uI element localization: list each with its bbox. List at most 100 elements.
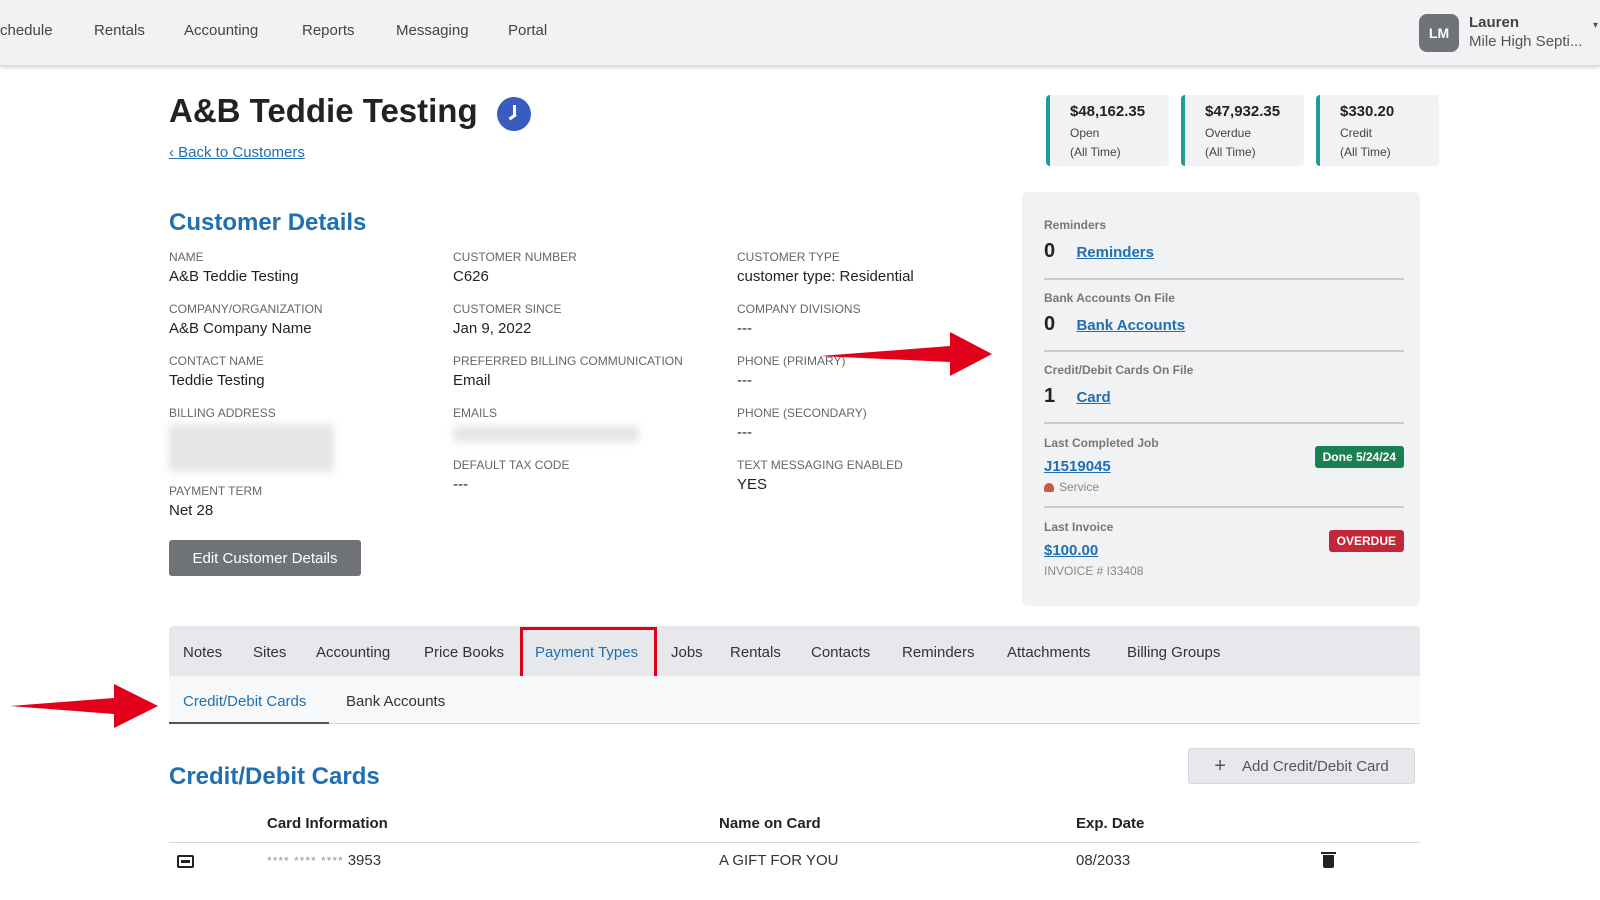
summary-card-open[interactable]: $48,162.35 Open (All Time) — [1046, 95, 1169, 166]
annotation-arrow-icon — [10, 684, 158, 728]
summary-label: Credit — [1340, 126, 1373, 140]
nav-rentals[interactable]: Rentals — [94, 22, 145, 39]
tab-rentals[interactable]: Rentals — [730, 644, 781, 661]
trash-icon[interactable] — [1321, 852, 1336, 868]
field-value: A&B Company Name — [169, 320, 312, 337]
summary-sub: (All Time) — [1340, 145, 1391, 159]
tab-jobs[interactable]: Jobs — [671, 644, 703, 661]
summary-sub: (All Time) — [1205, 145, 1256, 159]
invoice-number: INVOICE # I33408 — [1044, 564, 1144, 578]
job-type-label: Service — [1059, 480, 1100, 494]
field-billing-address: BILLING ADDRESS — [169, 406, 276, 420]
nav-messaging[interactable]: Messaging — [396, 22, 469, 39]
avatar[interactable]: LM — [1419, 14, 1459, 52]
edit-customer-details-button[interactable]: Edit Customer Details — [169, 540, 361, 576]
field-value: A&B Teddie Testing — [169, 268, 299, 285]
divider — [1044, 278, 1404, 280]
divider — [1044, 350, 1404, 352]
tab-notes[interactable]: Notes — [183, 644, 222, 661]
summary-card-credit[interactable]: $330.20 Credit (All Time) — [1316, 95, 1439, 166]
field-label: PAYMENT TERM — [169, 484, 263, 498]
nav-portal[interactable]: Portal — [508, 22, 547, 39]
cards-label: Credit/Debit Cards On File — [1044, 363, 1194, 377]
field-customer-type: CUSTOMER TYPE customer type: Residential — [737, 250, 914, 285]
field-label: CUSTOMER TYPE — [737, 250, 840, 264]
redacted-email — [453, 426, 639, 442]
summary-card-overdue[interactable]: $47,932.35 Overdue (All Time) — [1181, 95, 1304, 166]
summary-amount: $47,932.35 — [1205, 103, 1281, 120]
last-job-link[interactable]: J1519045 — [1044, 458, 1111, 475]
reminders-count: 0 — [1044, 240, 1056, 262]
tab-contacts[interactable]: Contacts — [811, 644, 870, 661]
field-label: PHONE (SECONDARY) — [737, 406, 867, 420]
subtab-bank-accounts[interactable]: Bank Accounts — [346, 693, 445, 710]
overdue-badge: OVERDUE — [1328, 530, 1404, 552]
field-value: Net 28 — [169, 502, 214, 519]
tab-attachments[interactable]: Attachments — [1007, 644, 1090, 661]
field-value: YES — [737, 476, 768, 493]
clock-icon[interactable] — [497, 97, 531, 131]
card-number: **** **** **** 3953 — [267, 852, 381, 869]
add-credit-debit-card-button[interactable]: + Add Credit/Debit Card — [1188, 748, 1415, 784]
column-name-on-card: Name on Card — [719, 815, 821, 832]
tab-sites[interactable]: Sites — [253, 644, 286, 661]
bank-accounts-link[interactable]: Bank Accounts — [1076, 317, 1185, 334]
active-subtab-indicator — [169, 722, 329, 724]
credit-card-icon — [177, 855, 194, 868]
field-contact: CONTACT NAME Teddie Testing — [169, 354, 265, 389]
page-title: A&B Teddie Testing — [169, 92, 478, 129]
reminders-label: Reminders — [1044, 218, 1107, 232]
field-name: NAME A&B Teddie Testing — [169, 250, 299, 285]
field-value: C626 — [453, 268, 489, 285]
plus-icon: + — [1214, 755, 1226, 777]
card-masked-digits: **** **** **** — [267, 854, 344, 868]
field-value: Teddie Testing — [169, 372, 265, 389]
service-icon — [1044, 483, 1054, 493]
field-label: CUSTOMER NUMBER — [453, 250, 577, 264]
field-label: TEXT MESSAGING ENABLED — [737, 458, 903, 472]
field-label: NAME — [169, 250, 204, 264]
divider — [1044, 506, 1404, 508]
field-label: DEFAULT TAX CODE — [453, 458, 570, 472]
bank-accounts-count: 0 — [1044, 313, 1056, 335]
back-to-customers-link[interactable]: ‹ Back to Customers — [169, 144, 305, 161]
tab-reminders[interactable]: Reminders — [902, 644, 975, 661]
divider — [1044, 422, 1404, 424]
tab-accounting[interactable]: Accounting — [316, 644, 390, 661]
field-customer-since: CUSTOMER SINCE Jan 9, 2022 — [453, 302, 561, 337]
reminders-section: Reminders 0 Reminders — [1044, 218, 1404, 263]
add-card-label: Add Credit/Debit Card — [1241, 757, 1389, 775]
cards-link[interactable]: Card — [1076, 389, 1110, 406]
field-customer-number: CUSTOMER NUMBER C626 — [453, 250, 577, 285]
customer-details-title: Customer Details — [169, 209, 367, 236]
subtab-credit-debit-cards[interactable]: Credit/Debit Cards — [183, 693, 306, 710]
subtabs-bar: Credit/Debit Cards Bank Accounts — [169, 676, 1420, 724]
nav-accounting[interactable]: Accounting — [184, 22, 258, 39]
field-payment-term: PAYMENT TERM Net 28 — [169, 484, 262, 519]
user-org: Mile High Septi... — [1469, 33, 1583, 50]
tab-price-books[interactable]: Price Books — [424, 644, 504, 661]
field-tax-code: DEFAULT TAX CODE --- — [453, 458, 569, 493]
info-panel: Reminders 0 Reminders Bank Accounts On F… — [1022, 192, 1420, 606]
tabs-bar: Notes Sites Accounting Price Books Payme… — [169, 626, 1420, 676]
card-name: A GIFT FOR YOU — [719, 852, 839, 869]
field-text-messaging: TEXT MESSAGING ENABLED YES — [737, 458, 903, 493]
field-company: COMPANY/ORGANIZATION A&B Company Name — [169, 302, 323, 337]
field-billing-communication: PREFERRED BILLING COMMUNICATION Email — [453, 354, 683, 389]
field-value: --- — [737, 424, 752, 441]
nav-reports[interactable]: Reports — [302, 22, 355, 39]
chevron-down-icon[interactable]: ▾ — [1593, 20, 1598, 31]
tab-billing-groups[interactable]: Billing Groups — [1127, 644, 1220, 661]
last-invoice-section: Last Invoice $100.00 INVOICE # I33408 OV… — [1044, 520, 1404, 578]
top-nav: chedule Rentals Accounting Reports Messa… — [0, 0, 1600, 66]
field-label: BILLING ADDRESS — [169, 406, 276, 420]
done-badge: Done 5/24/24 — [1314, 446, 1404, 468]
field-label: EMAILS — [453, 406, 498, 420]
reminders-link[interactable]: Reminders — [1076, 244, 1154, 261]
field-label: COMPANY/ORGANIZATION — [169, 302, 323, 316]
last-invoice-link[interactable]: $100.00 — [1044, 542, 1098, 559]
nav-schedule[interactable]: chedule — [0, 22, 53, 39]
back-link-label: Back to Customers — [178, 144, 305, 161]
column-card-information: Card Information — [267, 815, 388, 832]
card-last4: 3953 — [347, 852, 382, 869]
